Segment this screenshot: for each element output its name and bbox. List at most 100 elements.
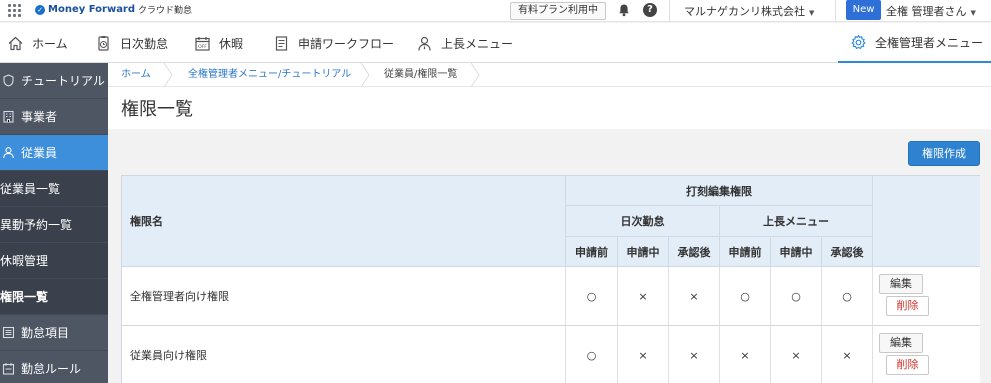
create-permission-button[interactable]: 権限作成 <box>908 141 980 166</box>
nav-daily-attendance[interactable]: 日次勤怠 <box>95 23 168 63</box>
column-header-state: 申請中 <box>618 237 669 267</box>
sidebar-item-label: 事業者 <box>21 110 58 124</box>
page-title: 権限一覧 <box>121 99 193 120</box>
delete-button[interactable]: 削除 <box>886 355 929 375</box>
table-cell: ○ <box>566 326 618 383</box>
table-cell: × <box>771 326 822 383</box>
company-selector[interactable]: マルナゲカンリ株式会社 ▼ <box>684 3 814 19</box>
table-cell: × <box>618 326 669 383</box>
permissions-table: 権限名 打刻編集権限 日次勤怠 上長メニュー 申請前 申請中 承認後 申請前 申… <box>121 175 980 383</box>
column-group-header: 打刻編集権限 <box>566 176 873 206</box>
sidebar-item-tutorial[interactable]: チュートリアル <box>0 63 108 99</box>
user-icon <box>3 147 14 159</box>
sidebar-item-label: 従業員一覧 <box>0 182 61 196</box>
sidebar-item-business[interactable]: 事業者 <box>0 99 108 135</box>
column-header-state: 申請前 <box>720 237 771 267</box>
column-subgroup-daily: 日次勤怠 <box>566 206 720 237</box>
gear-icon <box>851 33 866 49</box>
breadcrumb-home[interactable]: ホーム <box>121 63 151 87</box>
nav-label: ホーム <box>32 36 68 51</box>
sidebar-item-attendance-rules[interactable]: 勤怠ルール <box>0 351 108 383</box>
sidebar-subitem-transfer-list[interactable]: 異動予約一覧 <box>0 207 108 243</box>
bell-icon[interactable] <box>617 3 631 17</box>
svg-text:OFF: OFF <box>198 44 207 50</box>
nav-label: 上長メニュー <box>441 36 514 51</box>
logo[interactable]: ✓ Money Forward クラウド勤怠 <box>35 3 192 16</box>
sidebar-item-label: 従業員 <box>21 146 58 160</box>
user-menu[interactable]: 全権 管理者さん ▼ <box>886 3 976 19</box>
nav-label: 休暇 <box>219 36 244 51</box>
table-cell: × <box>669 267 720 326</box>
sidebar-item-employees[interactable]: 従業員 <box>0 135 108 171</box>
product-name: クラウド勤怠 <box>138 6 193 16</box>
page-header: 権限一覧 <box>108 87 991 129</box>
breadcrumb-parent[interactable]: 全権管理者メニュー/チュートリアル <box>188 63 351 87</box>
rule-icon <box>2 363 15 375</box>
table-cell: × <box>720 326 771 383</box>
building-icon <box>3 110 14 123</box>
edit-button[interactable]: 編集 <box>879 274 923 294</box>
document-icon <box>275 35 288 51</box>
top-bar: ✓ Money Forward クラウド勤怠 有料プラン利用中 ? マルナゲカン… <box>0 0 991 22</box>
column-header-state: 申請中 <box>771 237 822 267</box>
nav-home[interactable]: ホーム <box>7 23 68 63</box>
plan-button[interactable]: 有料プラン利用中 <box>510 2 606 20</box>
money-forward-logo-icon: ✓ <box>35 4 45 15</box>
column-header-actions <box>873 176 980 267</box>
sidebar-subitem-permissions[interactable]: 権限一覧 <box>0 279 108 315</box>
column-header-state: 承認後 <box>669 237 720 267</box>
column-header-state: 申請前 <box>566 237 618 267</box>
breadcrumb-current: 従業員/権限一覧 <box>384 69 458 80</box>
table-cell: × <box>822 326 873 383</box>
sidebar-subitem-employee-list[interactable]: 従業員一覧 <box>0 171 108 207</box>
breadcrumb-separator-icon <box>163 63 173 87</box>
sidebar-item-label: 勤怠項目 <box>21 326 70 340</box>
help-icon[interactable]: ? <box>643 3 657 17</box>
sidebar-item-label: 異動予約一覧 <box>0 218 73 232</box>
breadcrumb-separator-icon <box>470 63 480 87</box>
column-subgroup-manager: 上長メニュー <box>720 206 873 237</box>
sidebar-item-label: 勤怠ルール <box>21 362 82 376</box>
nav-label: 全権管理者メニュー <box>875 35 984 50</box>
table-cell: ○ <box>566 267 618 326</box>
home-icon <box>8 36 23 50</box>
table-cell: ○ <box>720 267 771 326</box>
nav-admin-menu[interactable]: 全権管理者メニュー <box>838 23 991 63</box>
brand-name: Money Forward <box>48 4 136 15</box>
table-cell: × <box>669 326 720 383</box>
nav-manager-menu[interactable]: 上長メニュー <box>416 23 513 63</box>
table-row-name: 従業員向け権限 <box>122 326 566 383</box>
company-name: マルナゲカンリ株式会社 <box>684 5 805 18</box>
user-name: 全権 管理者さん <box>886 5 967 18</box>
breadcrumb-separator-icon <box>360 63 370 87</box>
nav-label: 申請ワークフロー <box>298 36 395 51</box>
nav-leave[interactable]: OFF 休暇 <box>194 23 243 63</box>
app-grid-icon[interactable] <box>8 4 21 17</box>
breadcrumb: ホーム 全権管理者メニュー/チュートリアル 従業員/権限一覧 <box>108 63 991 87</box>
sidebar-subitem-leave-management[interactable]: 休暇管理 <box>0 243 108 279</box>
sidebar: チュートリアル 事業者 従業員 従業員一覧 異動予約一覧 休暇管理 権限一覧 勤… <box>0 63 108 383</box>
clock-icon <box>98 35 109 51</box>
sidebar-item-label: チュートリアル <box>21 74 105 88</box>
table-cell: × <box>618 267 669 326</box>
divider <box>669 0 670 22</box>
delete-button[interactable]: 削除 <box>886 296 929 316</box>
shield-icon <box>3 74 14 87</box>
chevron-down-icon: ▼ <box>809 9 815 17</box>
column-header-name: 権限名 <box>122 176 566 267</box>
sidebar-item-attendance-items[interactable]: 勤怠項目 <box>0 315 108 351</box>
main-nav: ホーム 日次勤怠 OFF 休暇 申請ワークフロー 上長メニュー 全権管理者メニュ… <box>0 23 991 63</box>
divider <box>835 0 836 22</box>
chevron-down-icon: ▼ <box>970 9 976 17</box>
sidebar-item-label: 権限一覧 <box>0 290 49 304</box>
table-cell: ○ <box>822 267 873 326</box>
person-icon <box>418 36 431 51</box>
nav-workflow[interactable]: 申請ワークフロー <box>273 23 394 63</box>
new-badge[interactable]: New <box>846 0 881 20</box>
calendar-off-icon: OFF <box>195 36 210 51</box>
nav-label: 日次勤怠 <box>120 36 169 51</box>
list-icon <box>2 326 15 339</box>
edit-button[interactable]: 編集 <box>879 333 923 353</box>
table-cell: ○ <box>771 267 822 326</box>
column-header-state: 承認後 <box>822 237 873 267</box>
